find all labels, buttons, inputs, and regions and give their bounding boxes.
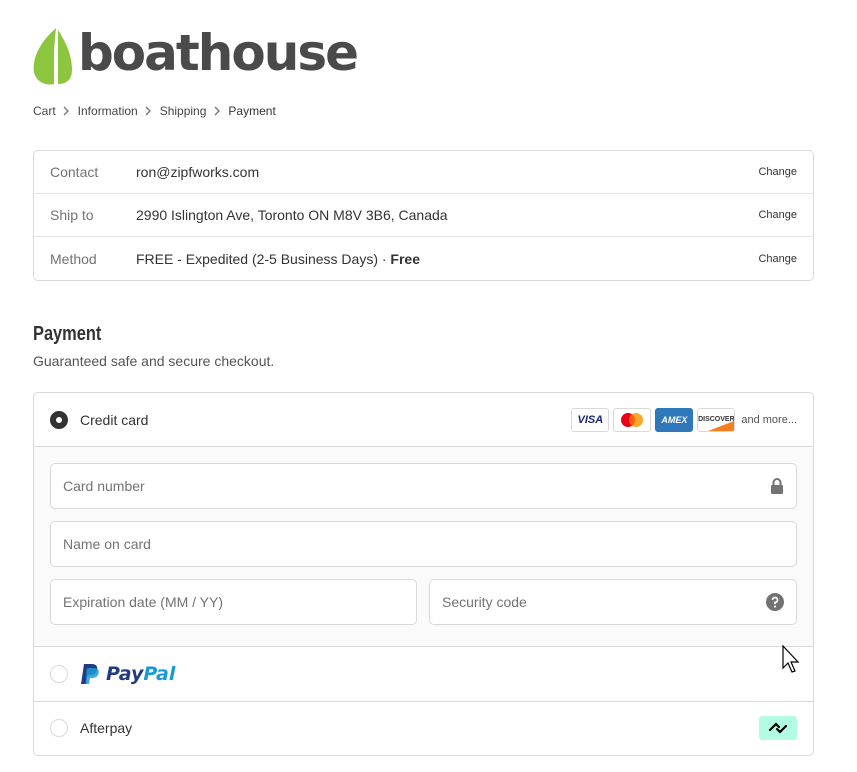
brand-logo[interactable]: boathouse [32, 24, 359, 86]
name-on-card-field[interactable]: Name on card [50, 521, 797, 567]
change-ship-to-link[interactable]: Change [758, 209, 797, 221]
afterpay-label: Afterpay [80, 720, 133, 736]
visa-icon: VISA [571, 407, 610, 432]
ship-to-label: Ship to [50, 207, 94, 223]
more-cards-text: and more... [741, 413, 797, 426]
afterpay-icon [759, 716, 797, 740]
brand-name: boathouse [78, 24, 359, 82]
breadcrumb-shipping[interactable]: Shipping [160, 104, 207, 118]
credit-card-radio[interactable] [50, 410, 68, 429]
chevron-right-icon [138, 106, 160, 116]
payment-option-paypal[interactable]: Pay Pal [34, 647, 813, 702]
afterpay-radio[interactable] [50, 719, 68, 737]
chevron-right-icon [56, 106, 78, 116]
payment-methods: Credit card VISA AMEX DISCOVER and more.… [33, 392, 814, 756]
ship-to-value: 2990 Islington Ave, Toronto ON M8V 3B6, … [136, 207, 448, 223]
breadcrumb-information[interactable]: Information [78, 104, 138, 118]
security-code-field[interactable]: Security code [429, 579, 797, 625]
method-price: Free [390, 250, 420, 267]
review-row-contact: Contact ron@zipfworks.com Change [34, 151, 813, 194]
payment-subtitle: Guaranteed safe and secure checkout. [33, 353, 275, 369]
card-number-placeholder: Card number [63, 478, 145, 494]
expiration-placeholder: Expiration date (MM / YY) [63, 594, 224, 610]
chevron-right-icon [206, 106, 228, 116]
lock-icon [770, 478, 784, 494]
leaf-icon [33, 28, 72, 85]
amex-icon: AMEX [655, 407, 694, 432]
card-brand-icons: VISA AMEX DISCOVER and more... [571, 407, 797, 432]
review-row-ship-to: Ship to 2990 Islington Ave, Toronto ON M… [34, 194, 813, 237]
discover-icon: DISCOVER [697, 407, 736, 432]
paypal-text-pal: Pal [143, 663, 176, 685]
paypal-icon [81, 664, 99, 684]
mastercard-icon [613, 407, 652, 432]
paypal-logo: Pay Pal [80, 663, 175, 685]
change-contact-link[interactable]: Change [758, 166, 797, 178]
paypal-radio[interactable] [50, 665, 68, 683]
expiration-date-field[interactable]: Expiration date (MM / YY) [50, 579, 417, 625]
breadcrumb-cart[interactable]: Cart [33, 104, 56, 118]
method-label: Method [50, 250, 97, 267]
contact-label: Contact [50, 164, 99, 180]
method-value: FREE - Expedited (2-5 Business Days) · F… [136, 251, 758, 267]
contact-value: ron@zipfworks.com [136, 164, 260, 180]
card-number-field[interactable]: Card number [50, 463, 797, 509]
breadcrumb: Cart Information Shipping Payment [33, 104, 276, 118]
name-on-card-placeholder: Name on card [63, 536, 151, 552]
mouse-cursor-icon [782, 645, 800, 673]
security-code-placeholder: Security code [442, 594, 527, 610]
payment-option-credit-card[interactable]: Credit card VISA AMEX DISCOVER and more.… [34, 393, 813, 447]
breadcrumb-payment: Payment [228, 104, 276, 118]
method-name: FREE - Expedited (2-5 Business Days) · [136, 250, 391, 267]
help-icon[interactable] [766, 593, 784, 611]
payment-title: Payment [33, 323, 102, 345]
payment-option-afterpay[interactable]: Afterpay [34, 702, 813, 754]
credit-card-label: Credit card [80, 411, 149, 428]
credit-card-form: Card number Name on card Expiration date… [34, 447, 813, 647]
review-row-method: Method FREE - Expedited (2-5 Business Da… [34, 237, 813, 280]
paypal-text-pay: Pay [106, 663, 144, 685]
order-review: Contact ron@zipfworks.com Change Ship to… [33, 150, 814, 281]
change-method-link[interactable]: Change [758, 253, 797, 265]
